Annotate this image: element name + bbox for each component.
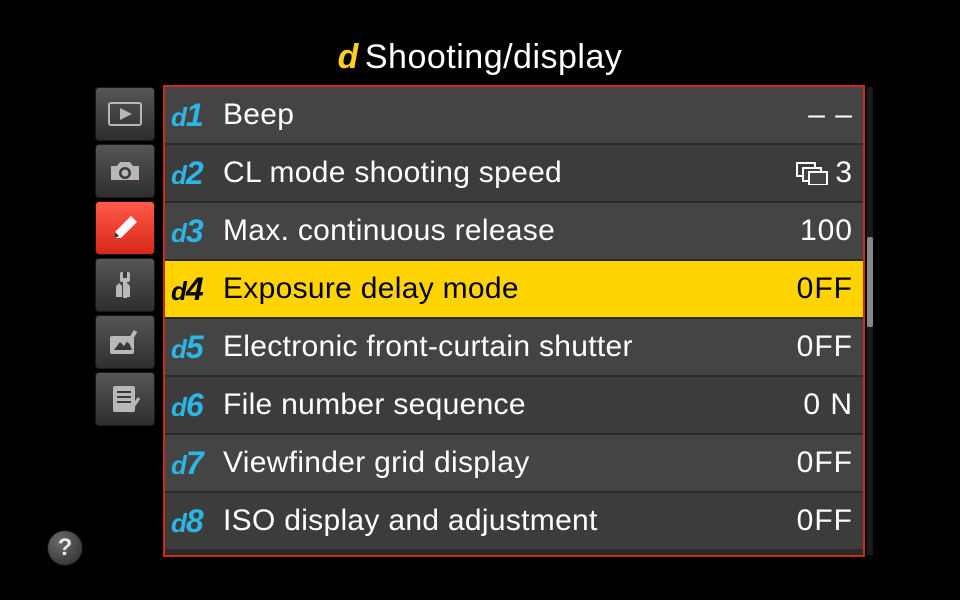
sidebar-item-custom[interactable] (95, 201, 155, 255)
sidebar-item-retouch[interactable] (95, 315, 155, 369)
sidebar-item-mymenu[interactable] (95, 372, 155, 426)
sidebar-item-shooting[interactable] (95, 144, 155, 198)
row-value: – – (763, 98, 853, 132)
sidebar-item-setup[interactable] (95, 258, 155, 312)
row-label: CL mode shooting speed (223, 156, 763, 190)
row-value: 3 (763, 156, 853, 190)
row-code: d8 (171, 503, 223, 540)
row-value: 100 (763, 214, 853, 248)
menu-row-d7[interactable]: d7Viewfinder grid display0FF (165, 435, 863, 493)
burst-icon (795, 161, 829, 185)
row-value: 0FF (763, 272, 853, 306)
help-button[interactable]: ? (47, 530, 83, 566)
play-icon (108, 102, 142, 126)
row-label: Electronic front-curtain shutter (223, 330, 763, 364)
sidebar (95, 85, 159, 557)
row-label: Exposure delay mode (223, 272, 763, 306)
pencil-icon (109, 212, 141, 244)
sidebar-item-playback[interactable] (95, 87, 155, 141)
menu-row-d6[interactable]: d6File number sequence0 N (165, 377, 863, 435)
menu-row-d1[interactable]: d1Beep– – (165, 87, 863, 145)
row-value: 0 N (763, 388, 853, 422)
menu-panel: d1Beep– –d2CL mode shooting speed3d3Max.… (163, 85, 865, 557)
camera-icon (107, 158, 143, 184)
scrollbar-thumb[interactable] (867, 237, 873, 327)
page-title: dShooting/display (95, 38, 865, 77)
row-code: d5 (171, 329, 223, 366)
wrench-icon (110, 270, 140, 300)
header-title-text: Shooting/display (365, 38, 623, 76)
scrollbar[interactable] (867, 87, 873, 555)
row-code: d2 (171, 155, 223, 192)
row-label: Max. continuous release (223, 214, 763, 248)
row-label: ISO display and adjustment (223, 504, 763, 538)
row-code: d1 (171, 97, 223, 134)
menu-row-d4[interactable]: d4Exposure delay mode0FF (165, 261, 863, 319)
menu-row-d3[interactable]: d3Max. continuous release100 (165, 203, 863, 261)
menu-row-d8[interactable]: d8ISO display and adjustment0FF (165, 493, 863, 551)
row-label: Viewfinder grid display (223, 446, 763, 480)
menu-list: d1Beep– –d2CL mode shooting speed3d3Max.… (165, 87, 863, 551)
row-value: 0FF (763, 446, 853, 480)
mymenu-icon (109, 384, 141, 414)
row-label: Beep (223, 98, 763, 132)
row-code: d3 (171, 213, 223, 250)
menu-row-d5[interactable]: d5Electronic front-curtain shutter0FF (165, 319, 863, 377)
menu-row-d2[interactable]: d2CL mode shooting speed3 (165, 145, 863, 203)
row-code: d4 (171, 271, 223, 308)
row-value: 0FF (763, 330, 853, 364)
header-prefix: d (338, 38, 359, 76)
help-label: ? (58, 534, 73, 562)
row-code: d7 (171, 445, 223, 482)
retouch-icon (108, 328, 142, 356)
row-code: d6 (171, 387, 223, 424)
row-label: File number sequence (223, 388, 763, 422)
row-value: 0FF (763, 504, 853, 538)
